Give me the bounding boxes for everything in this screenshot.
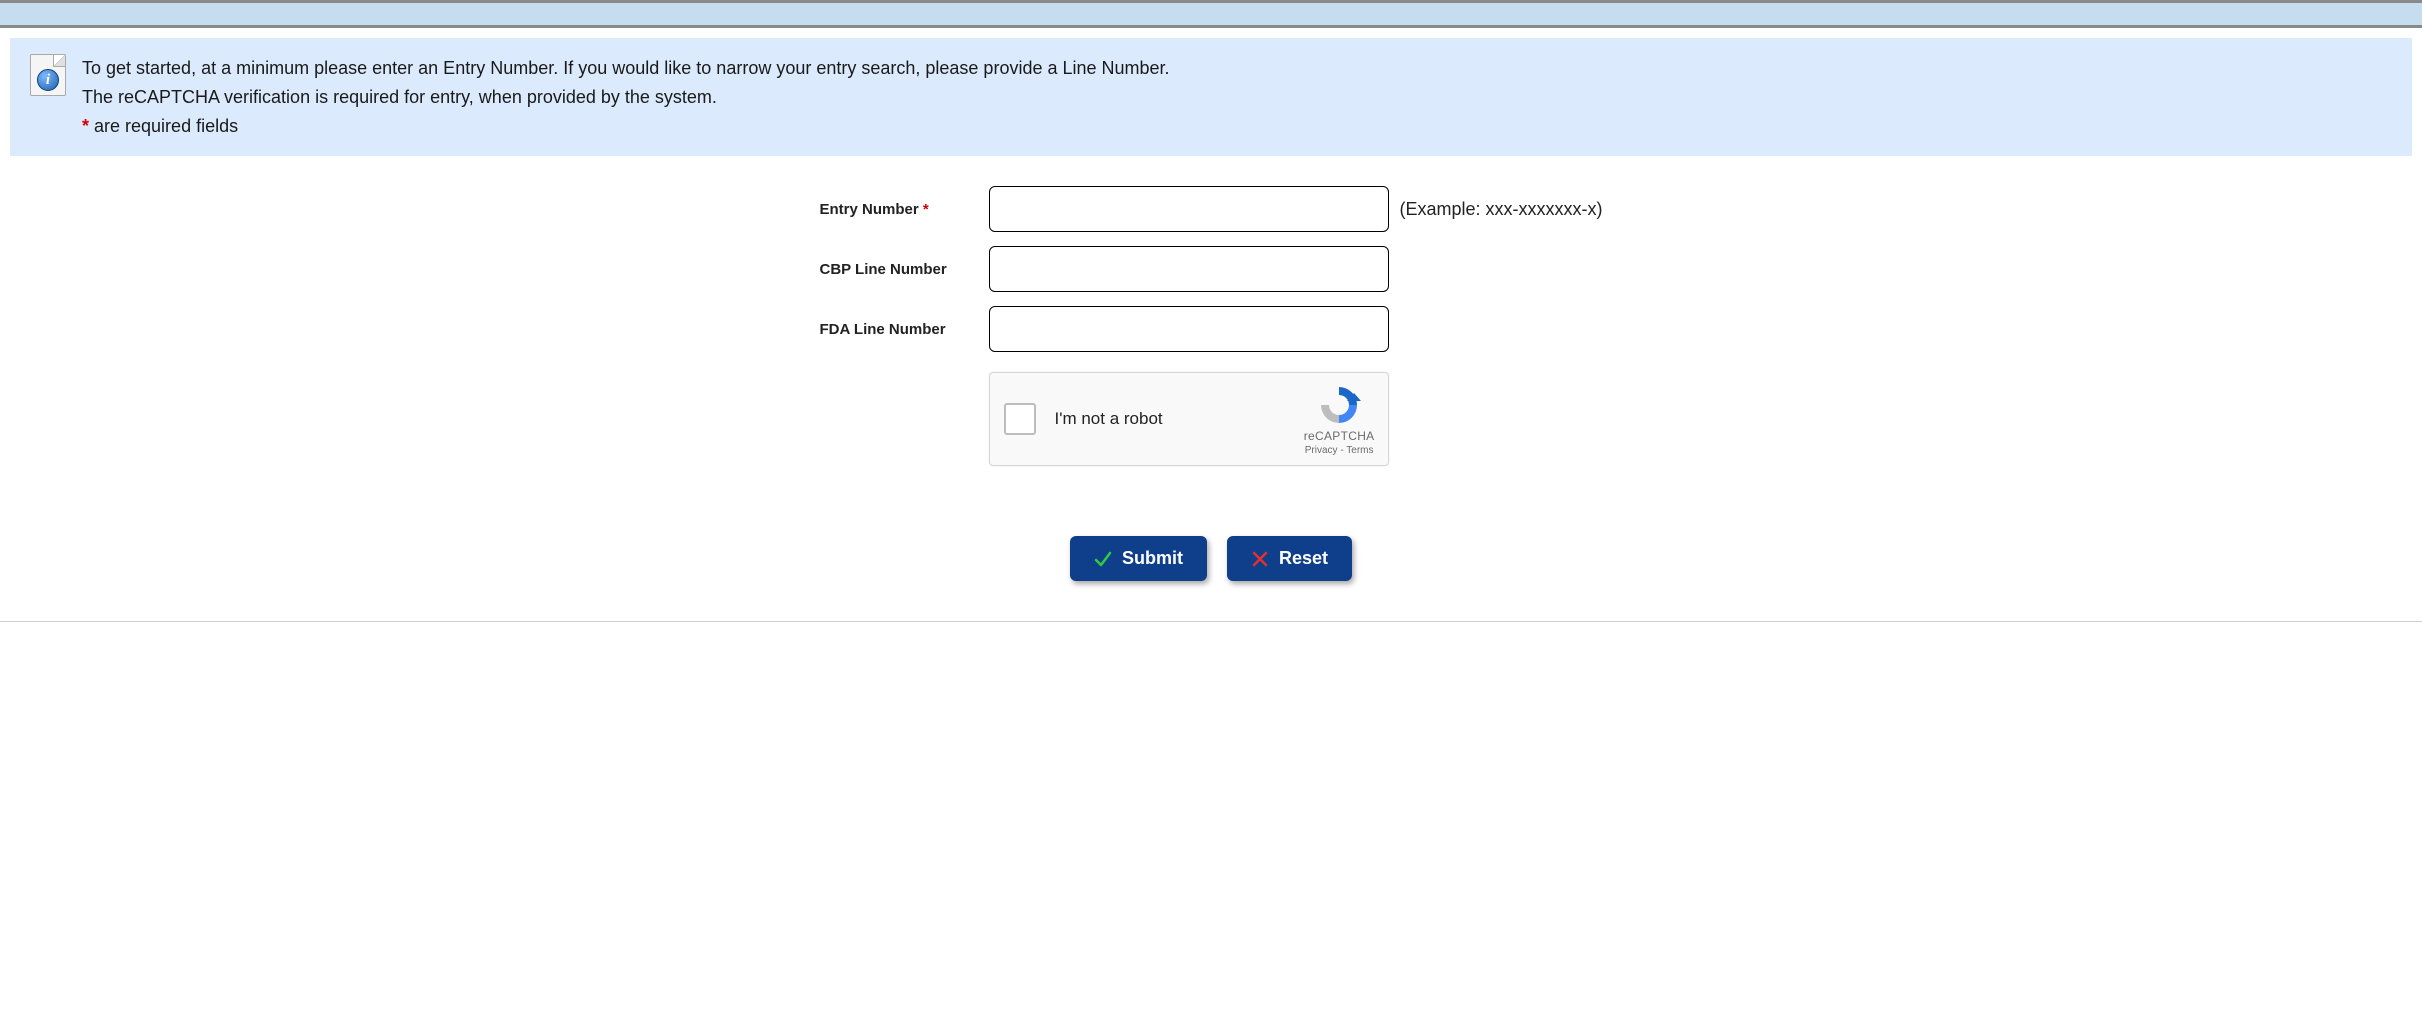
recaptcha-widget: I'm not a robot reCAPTCHA Privacy - Term…: [989, 372, 1389, 466]
entry-number-hint: (Example: xxx-xxxxxxx-x): [1399, 199, 1602, 220]
search-form: Entry Number * (Example: xxx-xxxxxxx-x) …: [0, 176, 2422, 611]
fda-line-number-row: FDA Line Number (Example: xxx-xxxxxxx-x): [819, 306, 1602, 352]
button-row: Submit Reset: [0, 536, 2422, 581]
entry-number-label-text: Entry Number: [819, 201, 918, 218]
recaptcha-row: I'm not a robot reCAPTCHA Privacy - Term…: [819, 372, 1602, 466]
info-required-note: * are required fields: [82, 112, 1170, 141]
recaptcha-privacy-link[interactable]: Privacy: [1305, 445, 1338, 456]
recaptcha-checkbox[interactable]: [1004, 403, 1036, 435]
info-banner: i To get started, at a minimum please en…: [10, 38, 2412, 156]
reset-button-label: Reset: [1279, 548, 1328, 569]
close-icon: [1251, 550, 1269, 568]
recaptcha-brand: reCAPTCHA: [1304, 429, 1375, 443]
entry-number-row: Entry Number * (Example: xxx-xxxxxxx-x): [819, 186, 1602, 232]
bottom-divider: [0, 621, 2422, 622]
cbp-line-number-input[interactable]: [989, 246, 1389, 292]
entry-number-input[interactable]: [989, 186, 1389, 232]
entry-number-label: Entry Number *: [819, 201, 989, 218]
required-asterisk: *: [923, 201, 929, 218]
fda-line-number-label: FDA Line Number: [819, 321, 989, 338]
recaptcha-label: I'm not a robot: [1054, 409, 1162, 429]
recaptcha-icon: [1317, 383, 1361, 427]
info-text: To get started, at a minimum please ente…: [82, 54, 1170, 140]
info-line-2: The reCAPTCHA verification is required f…: [82, 83, 1170, 112]
info-line-1: To get started, at a minimum please ente…: [82, 54, 1170, 83]
reset-button[interactable]: Reset: [1227, 536, 1352, 581]
required-asterisk: *: [82, 116, 89, 136]
check-icon: [1094, 550, 1112, 568]
fda-line-number-input[interactable]: [989, 306, 1389, 352]
recaptcha-terms-link[interactable]: Terms: [1346, 445, 1373, 456]
info-icon: i: [30, 54, 66, 96]
recaptcha-link-sep: -: [1338, 445, 1347, 456]
top-banner-strip: [0, 0, 2422, 28]
submit-button-label: Submit: [1122, 548, 1183, 569]
recaptcha-links: Privacy - Terms: [1305, 445, 1374, 456]
required-fields-text: are required fields: [89, 116, 238, 136]
cbp-line-number-row: CBP Line Number (Example: xxx-xxxxxxx-x): [819, 246, 1602, 292]
submit-button[interactable]: Submit: [1070, 536, 1207, 581]
cbp-line-number-label: CBP Line Number: [819, 261, 989, 278]
